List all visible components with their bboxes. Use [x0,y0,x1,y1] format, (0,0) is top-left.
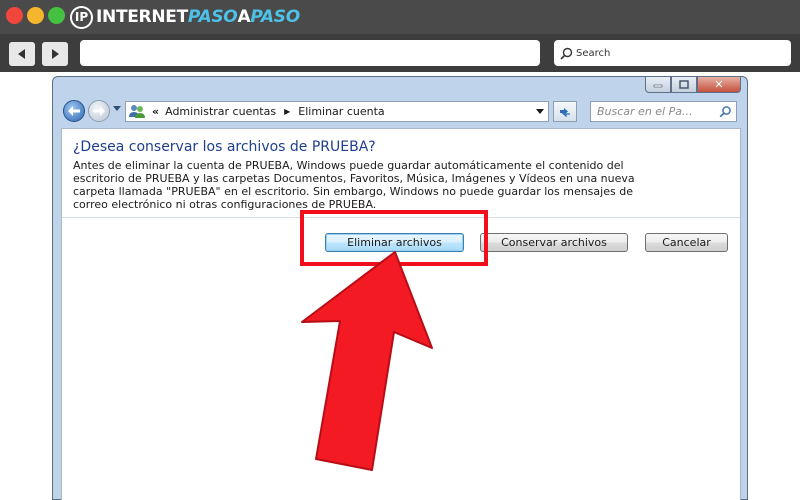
page-title: ¿Desea conservar los archivos de PRUEBA? [73,139,376,155]
close-icon: ✕ [714,78,724,91]
logo-text-part1: INTERNET [96,7,188,27]
search-icon [560,47,573,60]
browser-url-bar[interactable] [80,40,540,66]
description-line: Antes de eliminar la cuenta de PRUEBA, W… [73,159,624,172]
address-dropdown-icon[interactable] [536,109,544,114]
highlight-box [300,210,488,266]
cancel-button[interactable]: Cancelar [645,233,728,252]
explorer-nav-row: « Administrar cuentas ▶ Eliminar cuenta … [53,97,747,125]
minimize-icon [653,84,663,87]
window-caption-buttons: ✕ [645,76,741,94]
maximize-window-button[interactable] [48,7,65,24]
browser-toolbar: Search [0,34,800,72]
breadcrumb-item-delete-account[interactable]: Eliminar cuenta [298,105,384,118]
breadcrumb-item-admin-accounts[interactable]: Administrar cuentas [165,105,276,118]
search-label: Search [576,47,611,59]
maximize-icon [679,80,689,89]
breadcrumb-overflow[interactable]: « [152,105,159,118]
address-bar[interactable]: « Administrar cuentas ▶ Eliminar cuenta [125,101,549,122]
minimize-button[interactable] [645,76,671,93]
browser-titlebar: IP INTERNETPASOAPASO [0,0,800,34]
user-accounts-icon [128,103,146,120]
breadcrumb-separator[interactable]: ▶ [284,107,290,116]
recent-pages-dropdown[interactable] [113,106,121,111]
control-panel-window: ✕ « Administrar cuentas ▶ Eliminar cuent… [52,76,748,500]
refresh-button[interactable] [553,101,577,122]
description-line: carpeta llamada "PRUEBA" en el escritori… [73,185,633,198]
logo-text-part2: PASO [187,7,238,27]
logo-text: INTERNETPASOAPASO [96,7,300,27]
logo-mark: IP [70,5,93,29]
dialog-content: ¿Desea conservar los archivos de PRUEBA?… [61,128,741,500]
forward-arrow-icon [93,106,105,116]
back-arrow-icon [18,49,25,59]
maximize-button[interactable] [671,76,697,93]
window-search-input[interactable]: Buscar en el Pa... [590,101,737,122]
description-text: Antes de eliminar la cuenta de PRUEBA, W… [73,159,713,211]
explorer-back-button[interactable] [63,100,85,122]
logo-text-part3: A [237,7,251,27]
site-logo: IP INTERNETPASOAPASO [70,4,300,30]
close-button[interactable]: ✕ [697,76,741,93]
search-icon [719,106,731,118]
close-window-button[interactable] [6,7,23,24]
description-line: escritorio de PRUEBA y las carpetas Docu… [73,172,635,185]
browser-back-button[interactable] [9,42,35,66]
minimize-window-button[interactable] [27,7,44,24]
browser-forward-button[interactable] [42,42,68,66]
forward-arrow-icon [52,49,59,59]
keep-files-button[interactable]: Conservar archivos [480,233,628,252]
logo-text-part4: PASO [250,7,300,27]
window-search-placeholder: Buscar en el Pa... [597,105,693,118]
back-arrow-icon [68,106,80,116]
explorer-forward-button[interactable] [88,100,110,122]
browser-search-bar[interactable]: Search [554,40,791,66]
refresh-icon [560,107,570,117]
